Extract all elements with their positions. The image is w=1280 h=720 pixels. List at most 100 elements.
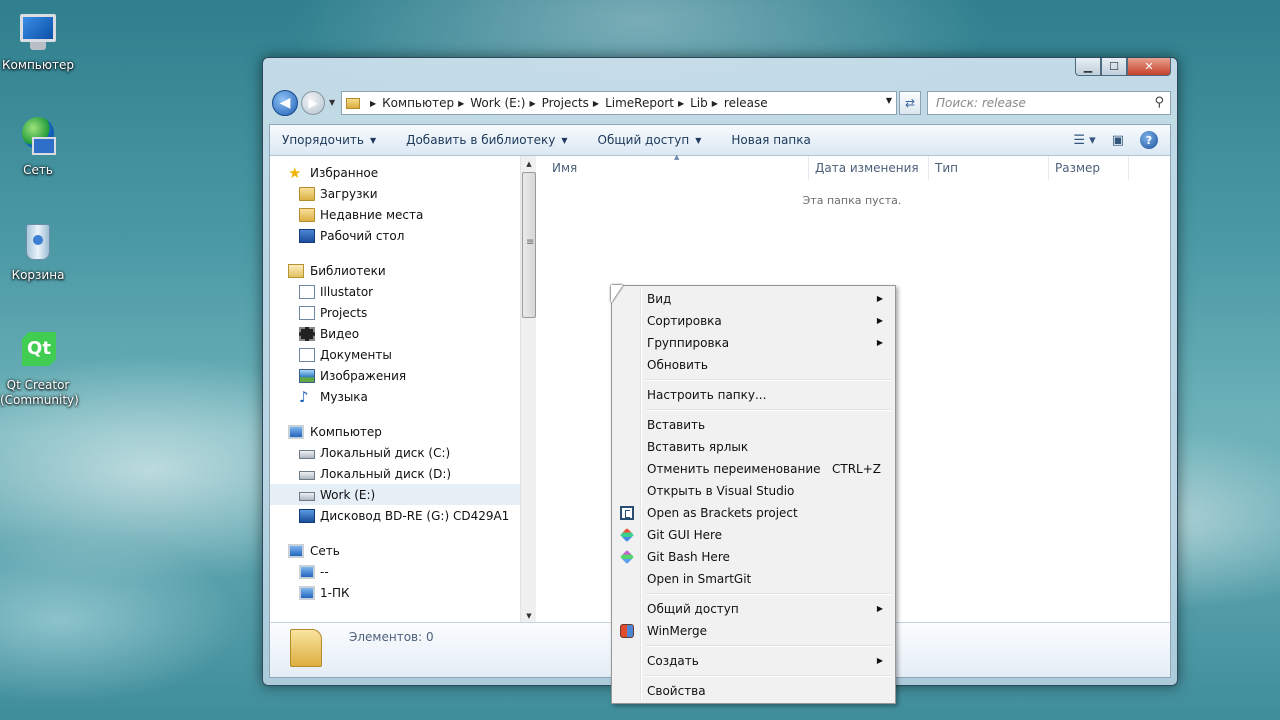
menu-item-open-visual-studio[interactable]: Открыть в Visual Studio <box>614 480 893 502</box>
nav-item-downloads[interactable]: Загрузки <box>270 183 536 204</box>
column-type[interactable]: Тип <box>929 156 1049 180</box>
breadcrumb-lib[interactable]: Lib <box>690 96 708 110</box>
search-icon[interactable]: ⚲ <box>1154 95 1164 110</box>
menu-item-group[interactable]: Группировка ▶ <box>614 332 893 354</box>
menu-separator <box>614 642 893 650</box>
menu-item-share[interactable]: Общий доступ ▶ <box>614 598 893 620</box>
nav-item-recent-places[interactable]: Недавние места <box>270 204 536 225</box>
menu-item-sort[interactable]: Сортировка ▶ <box>614 310 893 332</box>
navpane-scrollbar[interactable]: ▲ ▼ <box>520 156 536 624</box>
scroll-thumb[interactable] <box>522 172 536 318</box>
breadcrumb-work-drive[interactable]: Work (E:) <box>470 96 525 110</box>
preview-pane-icon[interactable]: ▣ <box>1112 133 1124 148</box>
nav-item-music[interactable]: ♪ Музыка <box>270 386 536 407</box>
breadcrumb-limereport[interactable]: LimeReport <box>605 96 674 110</box>
menu-item-create[interactable]: Создать ▶ <box>614 650 893 672</box>
breadcrumb-release[interactable]: release <box>724 96 768 110</box>
column-label: Имя <box>552 161 578 175</box>
menu-item-winmerge[interactable]: WinMerge <box>614 620 893 642</box>
search-input[interactable]: Поиск: release ⚲ <box>927 91 1171 115</box>
command-bar: Упорядочить ▼ Добавить в библиотеку ▼ Общи… <box>270 125 1170 156</box>
add-to-library-button[interactable]: Добавить в библиотеку ▼ <box>406 133 567 147</box>
drive-icon <box>299 491 315 501</box>
nav-item-video[interactable]: Видео <box>270 323 536 344</box>
menu-item-git-gui[interactable]: Git GUI Here <box>614 524 893 546</box>
arrow-right-icon: ▶ <box>308 96 318 110</box>
minimize-button[interactable]: ▁ <box>1075 58 1101 76</box>
search-placeholder: Поиск: release <box>936 96 1026 110</box>
nav-label: Библиотеки <box>310 263 386 278</box>
desktop-icon-recycle-bin[interactable]: Корзина <box>0 220 76 283</box>
menu-label: Отменить переименование <box>647 462 821 476</box>
navigation-bar: ◀ ▶ ▼ ▶ Компьютер ▶ Work (E:) ▶ Projects ▶ L… <box>271 88 1171 118</box>
bd-drive-icon <box>299 508 315 523</box>
recent-pages-dropdown[interactable]: ▼ <box>329 98 335 107</box>
nav-label: Недавние места <box>320 207 424 222</box>
network-icon <box>288 543 304 558</box>
nav-label: Локальный диск (D:) <box>320 466 452 481</box>
chevron-right-icon[interactable]: ▶ <box>678 99 684 108</box>
desktop-icon-qt-creator[interactable]: Qt Qt Creator (Community) <box>0 330 79 408</box>
chevron-right-icon[interactable]: ▶ <box>370 99 376 108</box>
menu-item-git-bash[interactable]: Git Bash Here <box>614 546 893 568</box>
column-size[interactable]: Размер <box>1049 156 1129 180</box>
desktop-icon-computer[interactable]: Компьютер <box>0 10 76 73</box>
menu-item-undo-rename[interactable]: Отменить переименование CTRL+Z <box>614 458 893 480</box>
caret-down-icon: ▼ <box>695 135 702 145</box>
nav-item-desktop[interactable]: Рабочий стол <box>270 225 536 246</box>
libraries-icon <box>288 263 304 278</box>
menu-item-customize-folder[interactable]: Настроить папку... <box>614 384 893 406</box>
chevron-right-icon[interactable]: ▶ <box>529 99 535 108</box>
nav-network[interactable]: Сеть <box>270 540 536 561</box>
chevron-right-icon[interactable]: ▶ <box>458 99 464 108</box>
nav-computer[interactable]: Компьютер <box>270 421 536 442</box>
menu-item-smartgit[interactable]: Open in SmartGit <box>614 568 893 590</box>
chevron-right-icon[interactable]: ▶ <box>712 99 718 108</box>
desktop-icon-network[interactable]: Сеть <box>0 115 76 178</box>
nav-label: Загрузки <box>320 186 378 201</box>
address-bar[interactable]: ▶ Компьютер ▶ Work (E:) ▶ Projects ▶ LimeRep… <box>341 91 897 115</box>
nav-item-drive-d[interactable]: Локальный диск (D:) <box>270 463 536 484</box>
menu-item-properties[interactable]: Свойства <box>614 680 893 702</box>
recent-places-icon <box>299 207 315 222</box>
back-button[interactable]: ◀ <box>272 90 298 116</box>
brackets-icon <box>620 506 634 520</box>
close-button[interactable]: ✕ <box>1127 58 1171 76</box>
menu-label: Общий доступ <box>647 602 739 616</box>
menu-item-paste-shortcut[interactable]: Вставить ярлык <box>614 436 893 458</box>
menu-item-open-brackets[interactable]: Open as Brackets project <box>614 502 893 524</box>
desktop-icon-label: Qt Creator (Community) <box>0 378 79 407</box>
nav-item-drive-c[interactable]: Локальный диск (C:) <box>270 442 536 463</box>
maximize-button[interactable]: ☐ <box>1101 58 1127 76</box>
share-button[interactable]: Общий доступ ▼ <box>598 133 702 147</box>
menu-item-paste[interactable]: Вставить <box>614 414 893 436</box>
nav-libraries[interactable]: Библиотеки <box>270 260 536 281</box>
refresh-button[interactable]: ⇄ <box>899 91 921 115</box>
menu-item-refresh[interactable]: Обновить <box>614 354 893 376</box>
nav-item-network-pc-2[interactable]: 1-ПК <box>270 582 536 603</box>
column-date-modified[interactable]: Дата изменения <box>809 156 929 180</box>
scroll-up-arrow-icon[interactable]: ▲ <box>521 156 537 172</box>
view-options-icon[interactable]: ☰ ▾ <box>1073 133 1095 148</box>
menu-item-view[interactable]: Вид ▶ <box>614 288 893 310</box>
nav-label: Локальный диск (C:) <box>320 445 451 460</box>
chevron-right-icon[interactable]: ▶ <box>593 99 599 108</box>
new-folder-button[interactable]: Новая папка <box>731 133 810 147</box>
star-icon: ★ <box>288 163 302 182</box>
breadcrumb-computer[interactable]: Компьютер <box>382 96 454 110</box>
help-icon[interactable]: ? <box>1140 131 1158 149</box>
nav-item-projects[interactable]: Projects <box>270 302 536 323</box>
nav-item-documents[interactable]: Документы <box>270 344 536 365</box>
column-name[interactable]: ▲ Имя <box>536 153 809 180</box>
nav-item-pictures[interactable]: Изображения <box>270 365 536 386</box>
organize-button[interactable]: Упорядочить ▼ <box>282 133 376 147</box>
nav-item-drive-e[interactable]: Work (E:) <box>270 484 536 505</box>
nav-item-illustator[interactable]: Illustator <box>270 281 536 302</box>
nav-item-bd-drive[interactable]: Дисковод BD-RE (G:) CD429A1 <box>270 505 536 526</box>
forward-button[interactable]: ▶ <box>301 91 325 115</box>
address-dropdown-icon[interactable]: ▼ <box>886 96 892 105</box>
breadcrumb-projects[interactable]: Projects <box>542 96 589 110</box>
nav-item-network-pc-1[interactable]: -- <box>270 561 536 582</box>
nav-label: 1-ПК <box>320 585 350 600</box>
nav-favorites[interactable]: ★ Избранное <box>270 162 536 183</box>
